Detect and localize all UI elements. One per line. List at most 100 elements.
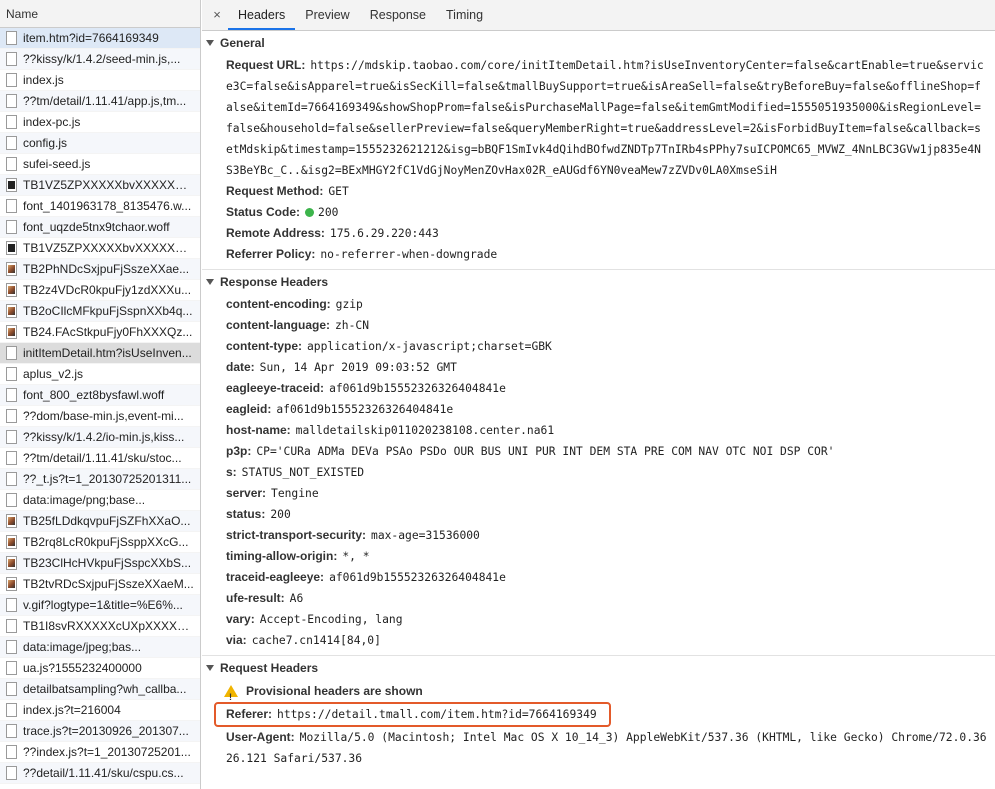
request-row[interactable]: TB1VZ5ZPXXXXXbvXXXXXXX... (0, 238, 200, 259)
request-row-label: TB2oCIlcMFkpuFjSspnXXb4q... (23, 303, 193, 318)
request-row[interactable]: TB2PhNDcSxjpuFjSszeXXae... (0, 259, 200, 280)
warning-icon (224, 685, 238, 708)
request-row-label: ??kissy/k/1.4.2/io-min.js,kiss... (23, 429, 185, 444)
request-row[interactable]: data:image/jpeg;bas... (0, 637, 200, 658)
request-row[interactable]: config.js (0, 133, 200, 154)
request-row[interactable]: data:image/png;base... (0, 490, 200, 511)
response-header-row: date: Sun, 14 Apr 2019 09:03:52 GMT (202, 357, 995, 378)
close-icon[interactable]: × (206, 0, 228, 30)
response-header-value: gzip (335, 298, 363, 311)
request-row[interactable]: initItemDetail.htm?isUseInven... (0, 343, 200, 364)
provisional-warning: Provisional headers are shown (202, 680, 995, 708)
response-header-name: traceid-eagleeye: (226, 570, 325, 584)
response-header-name: content-encoding: (226, 297, 331, 311)
request-row[interactable]: TB2rq8LcR0kpuFjSsppXXcG... (0, 532, 200, 553)
document-icon (6, 619, 17, 633)
tab-timing[interactable]: Timing (436, 0, 493, 30)
request-row[interactable]: item.htm?id=7664169349 (0, 28, 200, 49)
request-row[interactable]: TB2tvRDcSxjpuFjSszeXXaeM... (0, 574, 200, 595)
request-row[interactable]: v.gif?logtype=1&title=%E6%... (0, 595, 200, 616)
request-method-row: Request Method: GET (202, 181, 995, 202)
response-headers-list: content-encoding: gzip content-language: zh… (202, 294, 995, 651)
response-header-name: s: (226, 465, 237, 479)
image-file-icon (6, 283, 17, 297)
request-row-label: index.js (23, 72, 64, 87)
request-row-label: item.htm?id=7664169349 (23, 30, 159, 45)
response-header-name: status: (226, 507, 266, 521)
request-row[interactable]: index.js (0, 70, 200, 91)
request-row[interactable]: TB2z4VDcR0kpuFjy1zdXXXu... (0, 280, 200, 301)
response-header-row: server: Tengine (202, 483, 995, 504)
document-icon (6, 220, 17, 234)
request-row-label: font_uqzde5tnx9tchaor.woff (23, 219, 170, 234)
request-row[interactable]: index-pc.js (0, 112, 200, 133)
response-header-name: eagleeye-traceid: (226, 381, 325, 395)
referer-value: https://detail.tmall.com/item.htm?id=766… (277, 708, 597, 721)
request-row[interactable]: TB1I8svRXXXXXcUXpXXXXX... (0, 616, 200, 637)
request-row-label: font_800_ezt8bysfawl.woff (23, 387, 165, 402)
response-header-row: content-type: application/x-javascript;ch… (202, 336, 995, 357)
response-header-row: strict-transport-security: max-age=315360… (202, 525, 995, 546)
request-row[interactable]: ??tm/detail/1.11.41/app.js,tm... (0, 91, 200, 112)
tab-preview[interactable]: Preview (295, 0, 359, 30)
response-headers-title: Response Headers (220, 275, 329, 289)
image-file-icon (6, 577, 17, 591)
request-row[interactable]: ??index.js?t=1_20130725201... (0, 742, 200, 763)
response-header-value: *, * (342, 550, 370, 563)
request-row[interactable]: ??_t.js?t=1_20130725201311... (0, 469, 200, 490)
request-row-label: TB2PhNDcSxjpuFjSszeXXae... (23, 261, 190, 276)
tab-headers[interactable]: Headers (228, 0, 296, 30)
request-row[interactable]: ua.js?1555232400000 (0, 658, 200, 679)
response-header-value: 200 (270, 508, 291, 521)
status-code-label: Status Code: (226, 205, 301, 219)
request-row[interactable]: index.js?t=216004 (0, 700, 200, 721)
image-file-icon (6, 535, 17, 549)
provisional-text: Provisional headers are shown (246, 684, 423, 698)
request-row[interactable]: font_800_ezt8bysfawl.woff (0, 385, 200, 406)
request-row-label: data:image/png;base... (23, 492, 146, 507)
request-row[interactable]: TB1VZ5ZPXXXXXbvXXXXXXX... (0, 175, 200, 196)
request-row-label: config.js (23, 135, 68, 150)
request-row[interactable]: TB2oCIlcMFkpuFjSspnXXb4q... (0, 301, 200, 322)
response-header-name: eagleid: (226, 402, 272, 416)
request-row[interactable]: font_1401963178_8135476.w... (0, 196, 200, 217)
request-row-label: ??kissy/k/1.4.2/seed-min.js,... (23, 51, 181, 66)
request-row[interactable]: ??detail/1.11.41/sku/cspu.cs... (0, 763, 200, 784)
name-column-header[interactable]: Name (0, 0, 200, 28)
request-row[interactable]: ??tm/detail/1.11.41/sku/stoc... (0, 448, 200, 469)
headers-pane: × Headers Preview Response Timing General R… (202, 0, 995, 789)
document-icon (6, 409, 17, 423)
request-row-label: TB1I8svRXXXXXcUXpXXXXX... (23, 618, 195, 633)
document-icon (6, 724, 17, 738)
request-row[interactable]: trace.js?t=20130926_201307... (0, 721, 200, 742)
request-row[interactable]: aplus_v2.js (0, 364, 200, 385)
document-icon (6, 430, 17, 444)
tab-response[interactable]: Response (360, 0, 436, 30)
request-row[interactable]: ??kissy/k/1.4.2/io-min.js,kiss... (0, 427, 200, 448)
document-icon (6, 199, 17, 213)
request-headers-toggle[interactable]: Request Headers (202, 656, 995, 680)
expand-triangle-icon (206, 665, 214, 671)
request-row-label: ??_t.js?t=1_20130725201311... (23, 471, 192, 486)
request-row[interactable]: ??dom/base-min.js,event-mi... (0, 406, 200, 427)
request-row[interactable]: TB25fLDdkqvpuFjSZFhXXaO... (0, 511, 200, 532)
response-header-row: content-language: zh-CN (202, 315, 995, 336)
response-headers-toggle[interactable]: Response Headers (202, 270, 995, 294)
request-row[interactable]: TB24.FAcStkpuFjy0FhXXXQz... (0, 322, 200, 343)
request-row[interactable]: sufei-seed.js (0, 154, 200, 175)
image-file-icon (6, 241, 17, 255)
request-row[interactable]: TB23ClHcHVkpuFjSspcXXbS... (0, 553, 200, 574)
request-row-label: ??detail/1.11.41/sku/cspu.cs... (23, 765, 184, 780)
request-row-label: ua.js?1555232400000 (23, 660, 142, 675)
request-row[interactable]: detailbatsampling?wh_callba... (0, 679, 200, 700)
response-header-value: max-age=31536000 (371, 529, 480, 542)
document-icon (6, 766, 17, 780)
image-file-icon (6, 325, 17, 339)
response-header-value: Tengine (271, 487, 319, 500)
general-section-toggle[interactable]: General (202, 31, 995, 55)
response-header-row: ufe-result: A6 (202, 588, 995, 609)
response-header-name: p3p: (226, 444, 252, 458)
request-row[interactable]: ??kissy/k/1.4.2/seed-min.js,... (0, 49, 200, 70)
response-header-row: vary: Accept-Encoding, lang (202, 609, 995, 630)
request-row[interactable]: font_uqzde5tnx9tchaor.woff (0, 217, 200, 238)
